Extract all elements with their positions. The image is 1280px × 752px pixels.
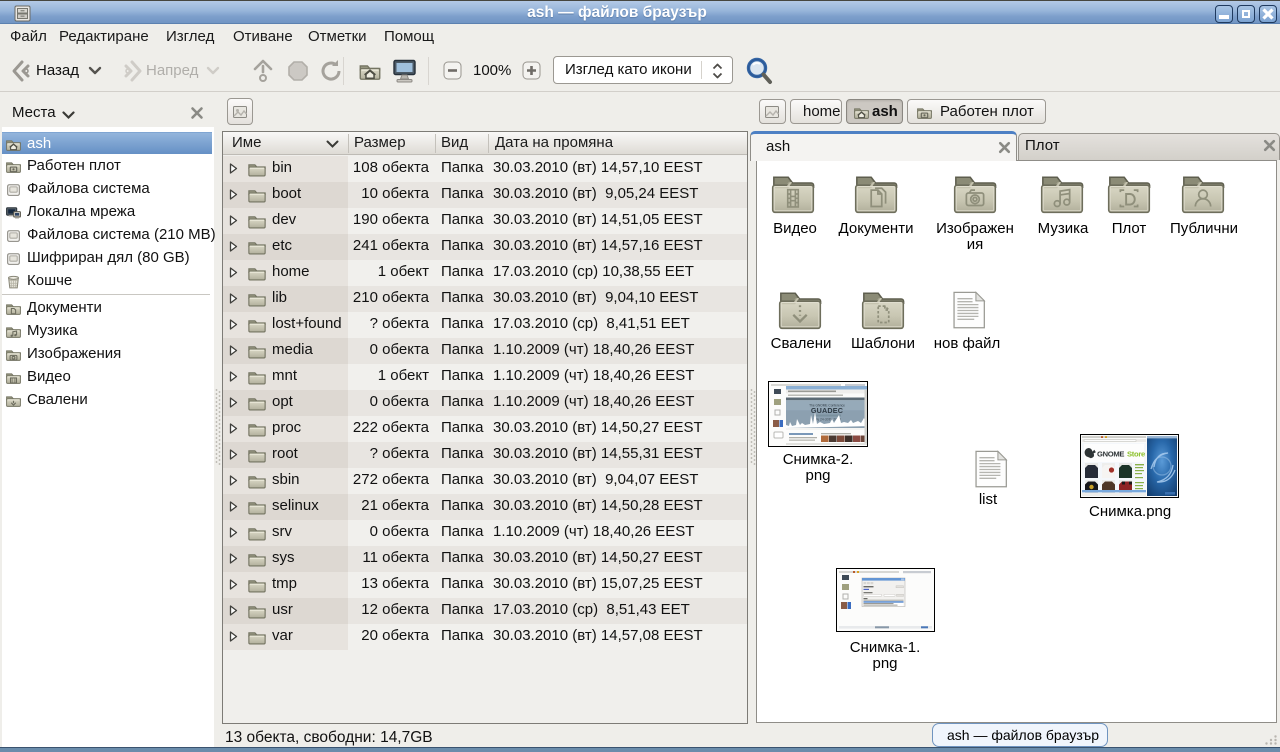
svg-text:Store: Store <box>1127 450 1145 459</box>
svg-text:GUADEC: GUADEC <box>811 406 843 415</box>
svg-text:GNOME: GNOME <box>1097 450 1124 459</box>
